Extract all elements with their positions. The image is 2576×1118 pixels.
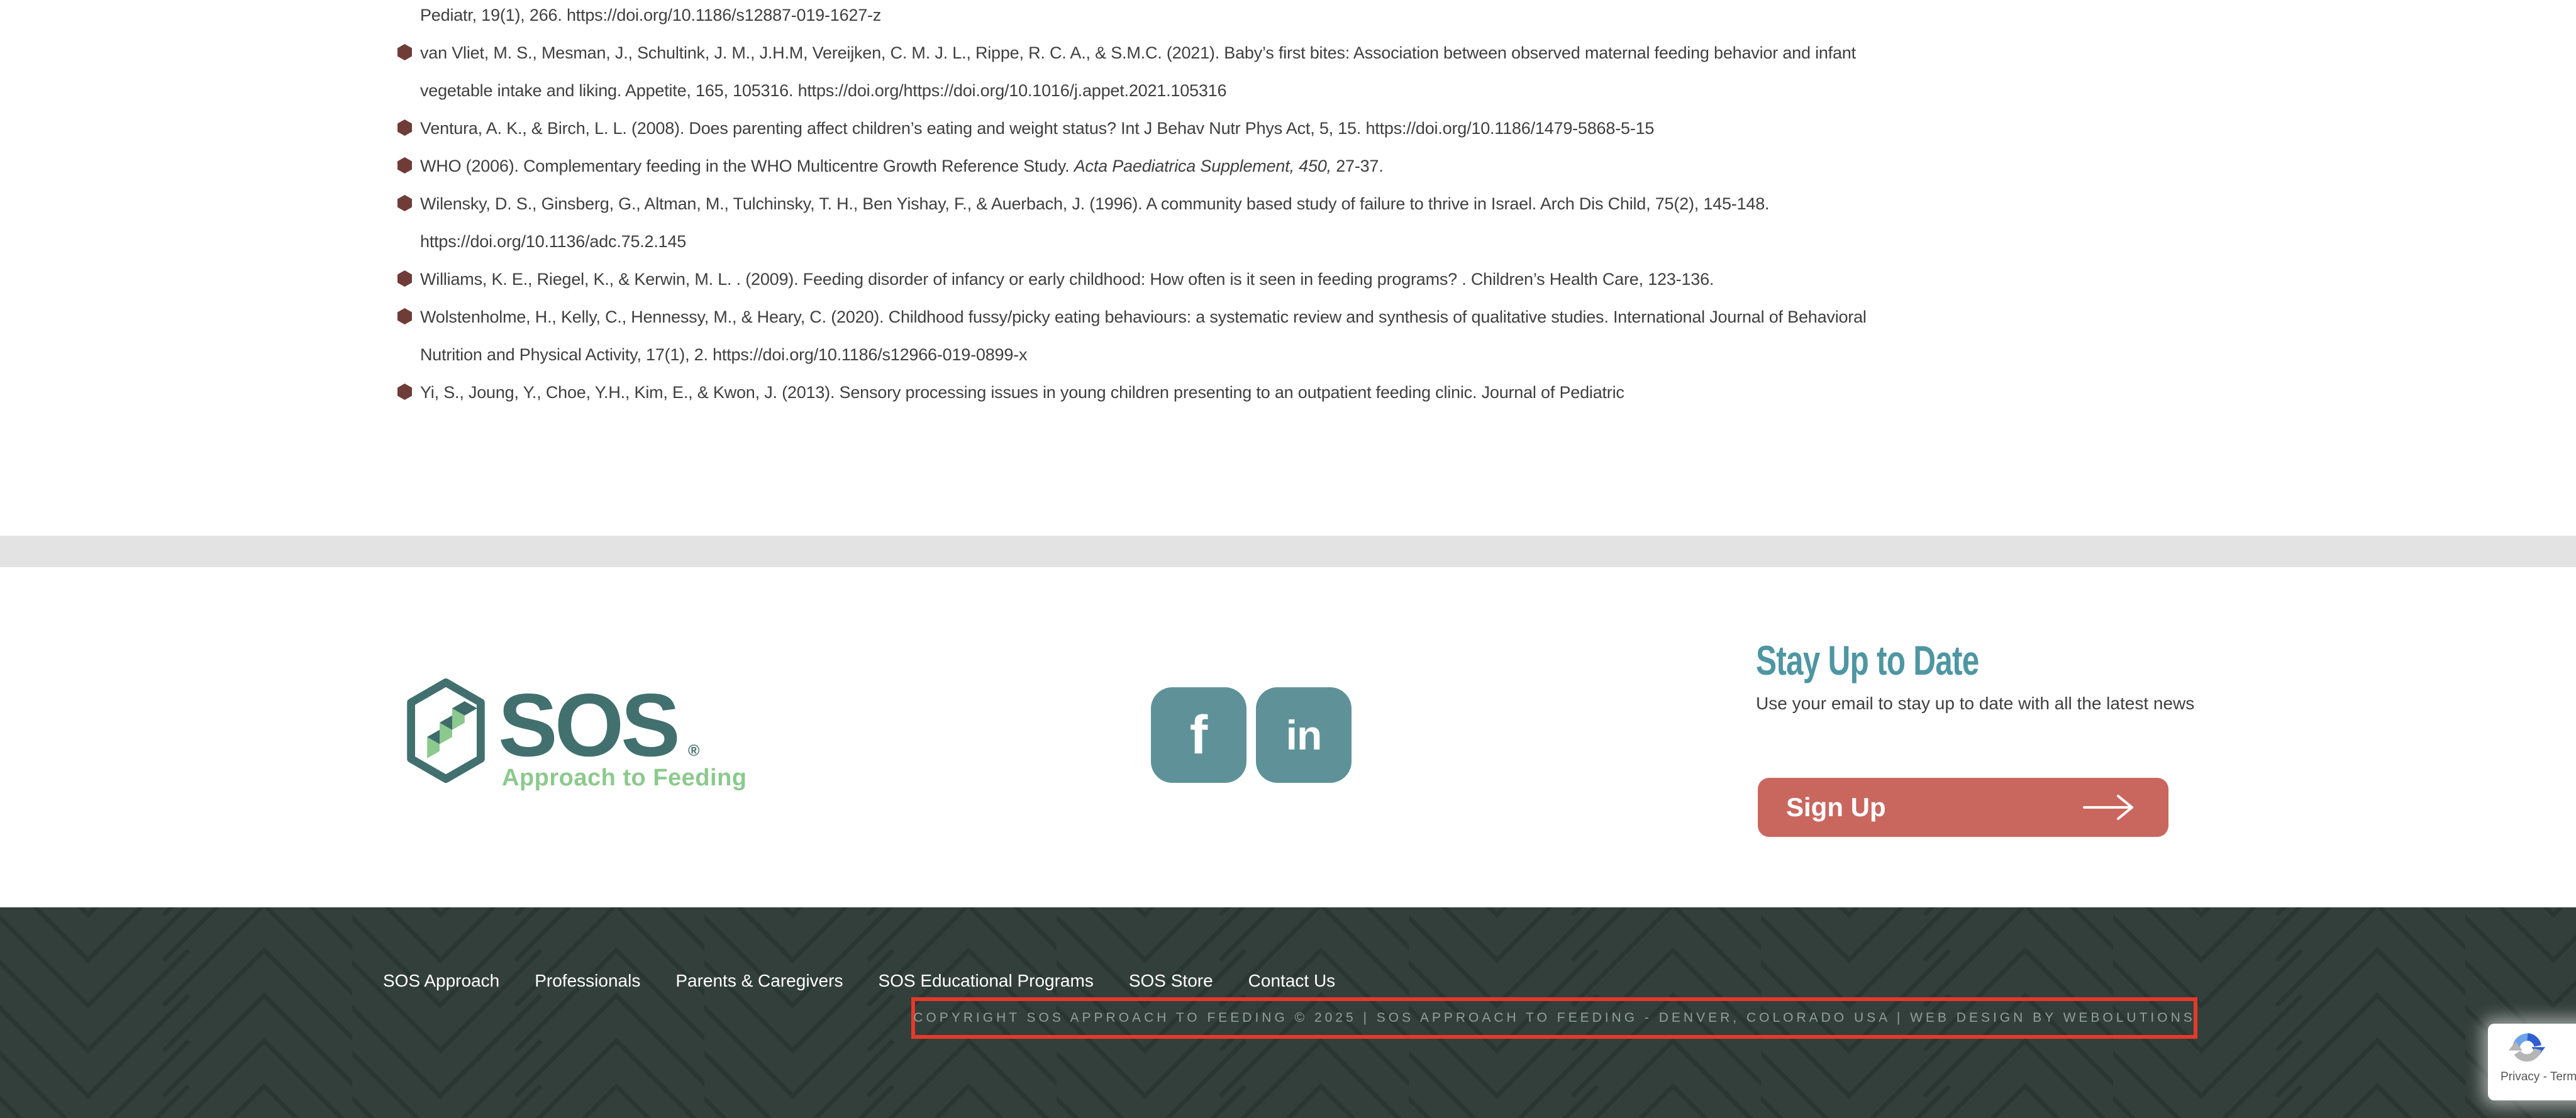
footer-nav-link[interactable]: Contact Us [1248,968,1336,993]
section-divider [0,536,2576,567]
logo-wordmark: SOS [498,675,677,776]
citation-bullet-icon [397,270,412,287]
reference-citation-line: WHO (2006). Complementary feeding in the… [397,147,2576,185]
references-list: Pediatr, 19(1), 266. https://doi.org/10.… [0,0,2576,411]
citation-bullet-icon [397,384,412,400]
arrow-right-icon [2082,794,2136,821]
reference-citation-line: Wilensky, D. S., Ginsberg, G., Altman, M… [397,185,2576,223]
sos-hexagon-stairs-icon [401,678,491,783]
citation-bullet-icon [397,157,412,174]
citation-bullet-icon [397,44,412,60]
footer-nav: SOS Approach Professionals Parents & Careg… [383,968,1335,993]
newsletter-title: Stay Up to Date [1756,636,1979,684]
facebook-button[interactable]: f [1151,687,1246,783]
citation-bullet-icon [397,308,412,324]
reference-citation-line: Wolstenholme, H., Kelly, C., Hennessy, M… [397,298,2576,336]
reference-citation-line: Nutrition and Physical Activity, 17(1), … [420,336,2576,374]
sign-up-label: Sign Up [1786,792,1886,822]
footer-nav-link[interactable]: SOS Approach [383,968,499,993]
footer-nav-link[interactable]: SOS Store [1129,968,1213,993]
logo-tagline: Approach to Feeding [502,765,747,792]
reference-citation-line: Ventura, A. K., & Birch, L. L. (2008). D… [397,109,2576,147]
footer-nav-link[interactable]: Parents & Caregivers [675,968,843,993]
citation-bullet-icon [397,195,412,211]
registered-trademark: ® [688,742,699,760]
recaptcha-icon [2507,1030,2547,1066]
linkedin-icon: in [1286,711,1322,759]
recaptcha-privacy-terms[interactable]: Privacy - Terms [2501,1070,2576,1084]
reference-citation-line: vegetable intake and liking. Appetite, 1… [420,72,2576,109]
sos-logo[interactable]: SOS ® Approach to Feeding [401,678,753,797]
webpage: { "references": { "entries": [ {"bullet"… [0,0,2576,1118]
references-section: Pediatr, 19(1), 266. https://doi.org/10.… [0,0,2576,411]
footer-nav-link[interactable]: Professionals [535,968,640,993]
facebook-icon: f [1190,704,1208,767]
highlighted-copyright-bar: COPYRIGHT SOS APPROACH TO FEEDING © 2025… [911,997,2197,1039]
newsletter-subtitle: Use your email to stay up to date with a… [1756,690,2209,716]
citation-bullet-icon [397,119,412,136]
sign-up-button[interactable]: Sign Up [1758,778,2168,837]
recaptcha-badge[interactable]: Privacy - Terms [2488,1024,2576,1100]
reference-citation-line: https://doi.org/10.1136/adc.75.2.145 [420,223,2576,260]
footer-nav-link[interactable]: SOS Educational Programs [878,968,1093,993]
reference-citation-line: Williams, K. E., Riegel, K., & Kerwin, M… [397,260,2576,298]
reference-citation-line: van Vliet, M. S., Mesman, J., Schultink,… [397,34,2576,72]
reference-citation-line: Yi, S., Joung, Y., Choe, Y.H., Kim, E., … [397,374,2576,411]
reference-citation-line: Pediatr, 19(1), 266. https://doi.org/10.… [420,0,2576,34]
linkedin-button[interactable]: in [1256,687,1352,783]
copyright-text: COPYRIGHT SOS APPROACH TO FEEDING © 2025… [913,1010,2196,1026]
